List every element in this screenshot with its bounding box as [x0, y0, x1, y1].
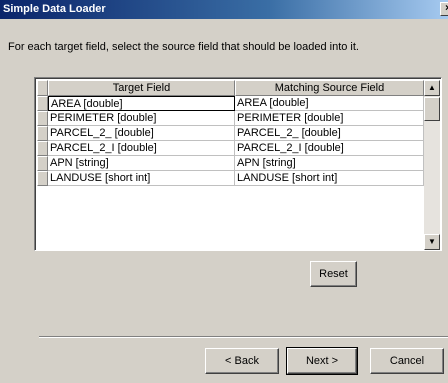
title-bar: Simple Data Loader ×: [0, 0, 448, 19]
scroll-down-arrow-icon[interactable]: ▼: [424, 234, 440, 250]
instruction-text: For each target field, select the source…: [8, 41, 359, 53]
source-field-cell[interactable]: PARCEL_2_I [double]: [235, 141, 424, 156]
target-field-cell[interactable]: AREA [double]: [48, 96, 235, 111]
cancel-button[interactable]: Cancel: [370, 348, 444, 374]
reset-button[interactable]: Reset: [310, 261, 357, 287]
target-field-cell[interactable]: LANDUSE [short int]: [48, 171, 235, 186]
source-field-cell[interactable]: PERIMETER [double]: [235, 111, 424, 126]
vertical-scrollbar[interactable]: ▲ ▼: [424, 80, 440, 250]
next-button[interactable]: Next >: [286, 347, 358, 375]
source-field-cell[interactable]: AREA [double]: [235, 96, 424, 111]
row-header[interactable]: [37, 96, 48, 111]
row-header[interactable]: [37, 171, 48, 186]
source-field-cell[interactable]: LANDUSE [short int]: [235, 171, 424, 186]
target-field-cell[interactable]: PERIMETER [double]: [48, 111, 235, 126]
window-title: Simple Data Loader: [3, 3, 106, 15]
target-field-cell[interactable]: PARCEL_2_I [double]: [48, 141, 235, 156]
close-icon[interactable]: ×: [440, 2, 448, 16]
column-header-matching-source-field[interactable]: Matching Source Field: [235, 80, 424, 96]
source-field-cell[interactable]: PARCEL_2_ [double]: [235, 126, 424, 141]
target-field-cell[interactable]: PARCEL_2_ [double]: [48, 126, 235, 141]
back-button[interactable]: < Back: [205, 348, 279, 374]
row-header[interactable]: [37, 111, 48, 126]
column-header-target-field[interactable]: Target Field: [48, 80, 235, 96]
corner-header: [37, 80, 48, 96]
separator-line: [39, 336, 448, 338]
row-header[interactable]: [37, 126, 48, 141]
target-field-cell[interactable]: APN [string]: [48, 156, 235, 171]
source-field-cell[interactable]: APN [string]: [235, 156, 424, 171]
row-header[interactable]: [37, 156, 48, 171]
row-header[interactable]: [37, 141, 48, 156]
scroll-thumb[interactable]: [424, 97, 440, 121]
field-mapping-table: Target Field Matching Source Field AREA …: [34, 77, 442, 251]
scroll-up-arrow-icon[interactable]: ▲: [424, 80, 440, 96]
